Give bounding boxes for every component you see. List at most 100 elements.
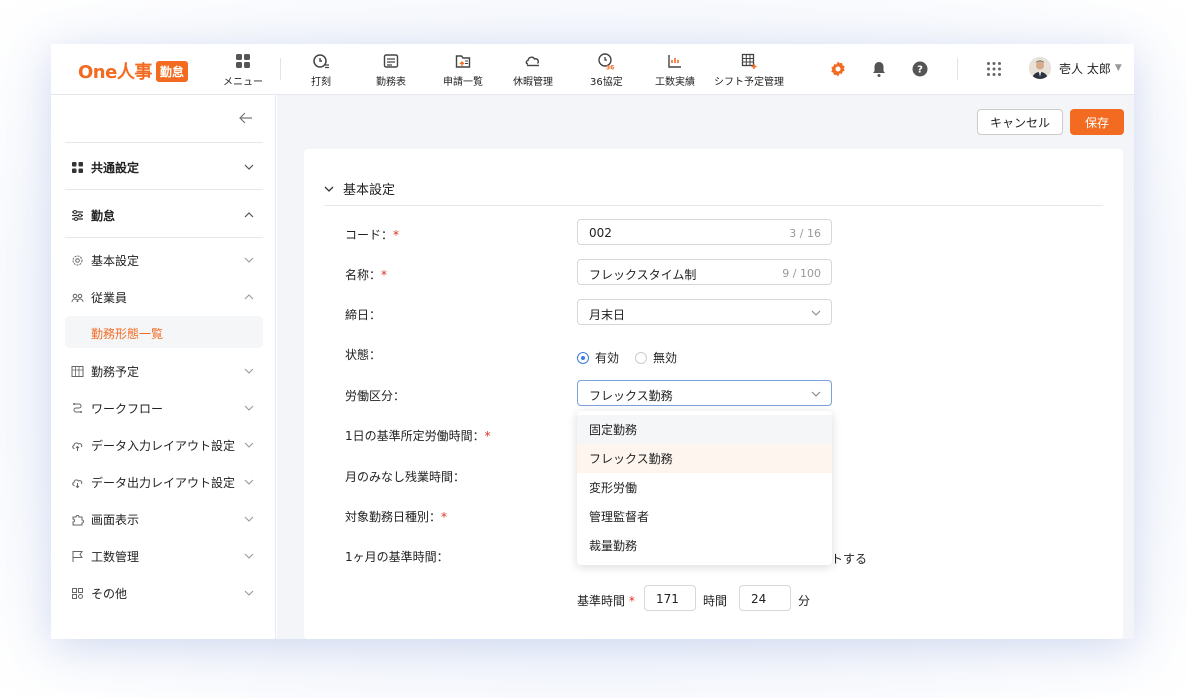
nav-item-label: 工数実績 <box>655 77 695 88</box>
sidebar: 共通設定 勤怠 基本設定 従業員 勤務形態一覧 勤務予定 ワークフロー データ入… <box>51 95 276 639</box>
labor-type-select[interactable]: フレックス勤務 <box>577 380 832 406</box>
nav-item-applications[interactable]: 申請一覧 <box>443 52 483 88</box>
background: One人事 勤怠 メニュー 打刻 勤務表 申請一覧 休暇管理 36 36協定 工… <box>0 0 1186 698</box>
grid-outline-icon <box>72 588 83 599</box>
settings-gear-icon[interactable] <box>829 60 847 78</box>
divider <box>65 142 263 143</box>
save-button[interactable]: 保存 <box>1070 109 1124 135</box>
section-header[interactable]: 基本設定 <box>324 179 395 198</box>
logo[interactable]: One人事 勤怠 <box>78 58 188 84</box>
closing-day-select[interactable]: 月末日 <box>577 299 832 325</box>
nav-item-label: 勤務表 <box>376 77 406 88</box>
daily-hours-label-text: 1日の基準所定労働時間： <box>345 429 485 443</box>
status-radio-active[interactable] <box>577 351 589 364</box>
sidebar-group-common-settings[interactable]: 共通設定 <box>71 159 139 176</box>
dropdown-option[interactable]: 管理監督者 <box>577 502 832 531</box>
dropdown-option[interactable]: 裁量勤務 <box>577 531 832 560</box>
chevron-down-icon[interactable] <box>244 403 254 413</box>
user-menu[interactable]: 壱人 太郎 ▼ <box>1029 57 1122 79</box>
monthly-base-option-text: トする <box>831 552 868 566</box>
nav-menu[interactable]: メニュー <box>223 52 263 88</box>
minutes-unit: 分 <box>798 594 811 608</box>
workflow-icon <box>73 403 82 413</box>
code-input[interactable]: 002 3 / 16 <box>577 219 832 245</box>
notification-bell-icon[interactable] <box>870 60 888 78</box>
puzzle-icon <box>72 515 84 526</box>
chevron-down-icon[interactable] <box>244 255 254 265</box>
status-label: 状態： <box>345 348 382 362</box>
form-card: 基本設定 コード：* 002 3 / 16 名称：* フレックスタイム制 9 /… <box>304 149 1123 639</box>
chevron-down-icon[interactable] <box>244 588 254 598</box>
monthly-base-label: 1ヶ月の基準時間： <box>345 550 449 564</box>
agreement-36-icon: 36 <box>598 53 615 70</box>
nav-item-36-agreement[interactable]: 36 36協定 <box>590 52 623 88</box>
sidebar-item-label: 工数管理 <box>91 550 140 564</box>
name-input[interactable]: フレックスタイム制 9 / 100 <box>577 259 832 285</box>
cancel-button[interactable]: キャンセル <box>977 109 1063 135</box>
required-mark: * <box>441 510 448 524</box>
sidebar-item-other[interactable]: その他 <box>71 585 127 602</box>
name-value: フレックスタイム制 <box>589 268 697 282</box>
avatar-portrait-icon <box>1029 57 1051 79</box>
chevron-down-icon[interactable] <box>244 440 254 450</box>
labor-type-dropdown: 固定勤務 フレックス勤務 変形労働 管理監督者 裁量勤務 <box>577 411 832 565</box>
sidebar-item-basic-settings[interactable]: 基本設定 <box>71 252 139 269</box>
shift-icon <box>741 53 757 69</box>
base-hours-input[interactable]: 171 <box>644 585 696 611</box>
base-time-label-text: 基準時間 <box>577 594 626 608</box>
chevron-down-icon[interactable] <box>244 514 254 524</box>
sidebar-group-label: 共通設定 <box>91 161 140 175</box>
chevron-up-icon[interactable] <box>244 292 254 302</box>
status-radio-group: 有効 無効 <box>577 349 677 366</box>
grid-menu-icon <box>236 54 250 68</box>
cloud-upload-icon <box>72 442 83 451</box>
nav-item-punch[interactable]: 打刻 <box>311 52 331 88</box>
nav-item-timesheet[interactable]: 勤務表 <box>376 52 406 88</box>
base-time-label: 基準時間 * <box>577 592 635 609</box>
sidebar-item-output-layout[interactable]: データ出力レイアウト設定 <box>71 474 235 491</box>
sidebar-item-employees[interactable]: 従業員 <box>71 289 127 306</box>
sidebar-subitem-label: 勤務形態一覧 <box>91 327 164 341</box>
svg-text:?: ? <box>917 65 923 76</box>
chevron-up-icon[interactable] <box>244 210 254 220</box>
chevron-down-icon[interactable] <box>244 551 254 561</box>
base-minutes-input[interactable]: 24 <box>739 585 791 611</box>
help-icon[interactable]: ? <box>911 60 929 78</box>
chevron-down-icon <box>324 186 334 192</box>
sidebar-subitem-work-patterns[interactable]: 勤務形態一覧 <box>65 316 263 348</box>
chevron-down-icon[interactable] <box>244 162 254 172</box>
base-minutes-value: 24 <box>751 592 767 606</box>
labor-type-value: フレックス勤務 <box>589 389 673 403</box>
dropdown-option-selected[interactable]: フレックス勤務 <box>577 444 832 473</box>
base-hours-value: 171 <box>656 592 679 606</box>
chevron-down-icon[interactable] <box>244 366 254 376</box>
sidebar-item-workflow[interactable]: ワークフロー <box>71 400 163 417</box>
sidebar-item-display[interactable]: 画面表示 <box>71 511 139 528</box>
chevron-down-icon[interactable] <box>244 477 254 487</box>
name-char-count: 9 / 100 <box>782 267 821 280</box>
dropdown-option[interactable]: 変形労働 <box>577 473 832 502</box>
name-label-text: 名称： <box>345 268 382 282</box>
app-window: One人事 勤怠 メニュー 打刻 勤務表 申請一覧 休暇管理 36 36協定 工… <box>51 44 1134 639</box>
clock-icon <box>313 54 329 69</box>
required-mark: * <box>381 268 388 282</box>
caret-down-icon: ▼ <box>1114 63 1122 73</box>
nav-item-workload[interactable]: 工数実績 <box>655 52 695 88</box>
sliders-icon <box>72 210 83 221</box>
dropdown-option[interactable]: 固定勤務 <box>577 415 832 444</box>
nav-item-leave[interactable]: 休暇管理 <box>513 52 553 88</box>
sidebar-group-attendance[interactable]: 勤怠 <box>71 207 115 224</box>
status-radio-inactive[interactable] <box>635 351 648 364</box>
closing-day-label: 締日： <box>345 308 382 322</box>
nav-menu-label: メニュー <box>223 77 263 88</box>
collapse-arrow-left-icon[interactable] <box>238 110 254 126</box>
sidebar-item-work-schedule[interactable]: 勤務予定 <box>71 363 139 380</box>
sidebar-item-label: 基本設定 <box>91 254 140 268</box>
sidebar-item-input-layout[interactable]: データ入力レイアウト設定 <box>71 437 235 454</box>
apps-grid-icon[interactable] <box>985 60 1003 78</box>
nav-item-shift[interactable]: シフト予定管理 <box>714 52 784 88</box>
code-value: 002 <box>589 226 612 240</box>
sidebar-item-label: 画面表示 <box>91 513 140 527</box>
sidebar-item-label: その他 <box>91 587 128 601</box>
sidebar-item-workload-management[interactable]: 工数管理 <box>71 548 139 565</box>
